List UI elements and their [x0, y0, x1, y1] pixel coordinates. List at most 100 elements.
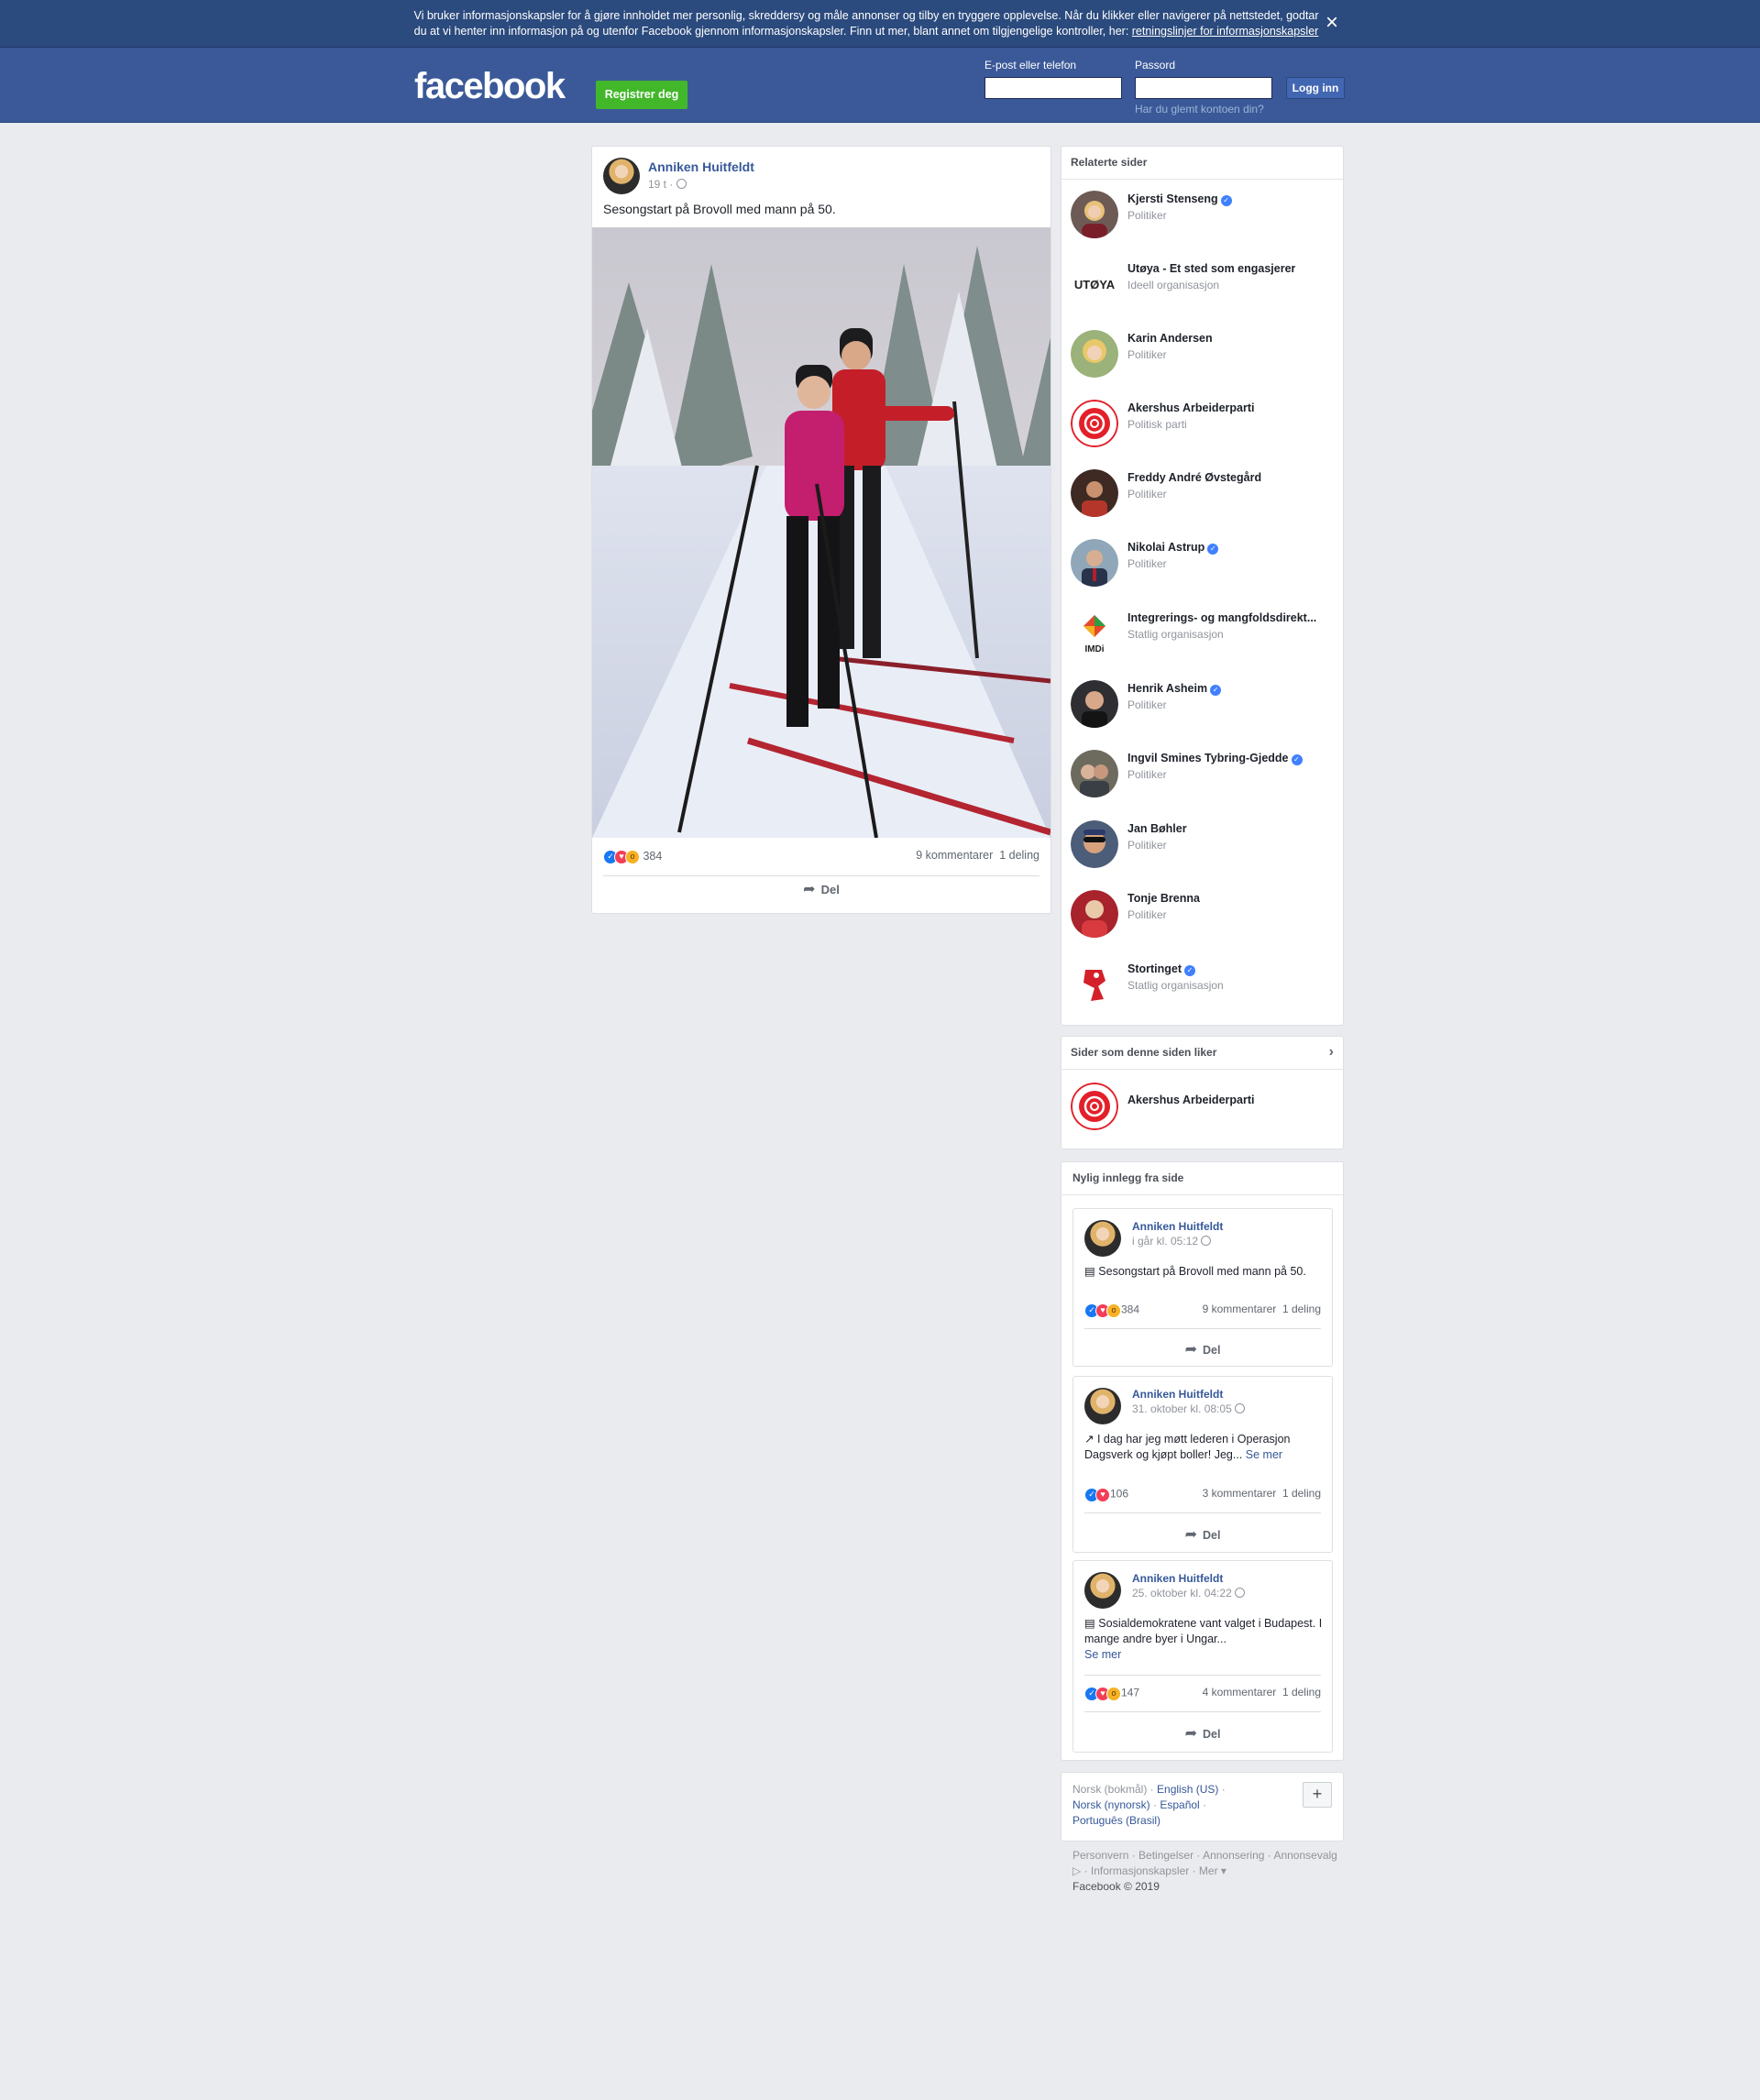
reaction-summary[interactable]: ✓ ♥ o 384	[603, 849, 662, 864]
post-counts[interactable]: 9 kommentarer 1 deling	[1203, 1303, 1321, 1315]
recent-post-1[interactable]: Anniken Huitfeldt i går kl. 05:12 ▤ Seso…	[1072, 1208, 1333, 1367]
liked-pages-title[interactable]: Sider som denne siden liker ›	[1062, 1037, 1343, 1070]
svg-text:UTØYA: UTØYA	[1074, 278, 1116, 291]
share-button[interactable]: ➦ Del	[592, 876, 1050, 904]
post-counts[interactable]: 9 kommentarer 1 deling	[916, 849, 1040, 862]
related-page-item[interactable]: Nikolai Astrup ✓ Politiker	[1071, 539, 1336, 592]
page-avatar[interactable]	[1071, 469, 1118, 517]
related-page-name[interactable]: Jan Bøhler	[1128, 822, 1187, 835]
forgot-account-link[interactable]: Har du glemt kontoen din?	[1135, 103, 1264, 115]
email-field[interactable]	[984, 77, 1122, 99]
related-page-item[interactable]: Tonje Brenna Politiker	[1071, 890, 1336, 943]
avatar[interactable]	[603, 158, 640, 194]
related-page-item[interactable]: Jan Bøhler Politiker	[1071, 820, 1336, 874]
related-page-name[interactable]: Akershus Arbeiderparti	[1128, 401, 1254, 414]
share-button[interactable]: ➦ Del	[1073, 1724, 1332, 1743]
post-author[interactable]: Anniken Huitfeldt	[648, 159, 754, 174]
related-page-category: Politiker	[1128, 348, 1167, 361]
related-page-name[interactable]: Freddy André Øvstegård	[1128, 471, 1261, 484]
cookie-banner: Vi bruker informasjonskapsler for å gjør…	[0, 0, 1760, 48]
language-spanish[interactable]: Español	[1160, 1798, 1199, 1811]
page-avatar[interactable]	[1071, 191, 1118, 238]
related-pages-title: Relaterte sider	[1062, 147, 1343, 180]
avatar[interactable]	[1084, 1388, 1121, 1424]
ski-photo-illustration	[592, 227, 1050, 838]
related-page-item[interactable]: Stortinget ✓ Statlig organisasjon	[1071, 961, 1336, 1014]
recent-post-time[interactable]: i går kl. 05:12	[1132, 1235, 1212, 1248]
page-avatar[interactable]	[1071, 890, 1118, 938]
close-icon[interactable]: ×	[1322, 12, 1342, 34]
recent-posts-card: Nylig innlegg fra side Anniken Huitfeldt…	[1061, 1161, 1344, 1761]
reaction-summary[interactable]: ✓ ♥ 106	[1084, 1487, 1128, 1502]
related-page-item[interactable]: IMDi Integrerings- og mangfoldsdirekt... S…	[1071, 610, 1336, 663]
related-page-category: Politiker	[1128, 839, 1167, 852]
related-page-item[interactable]: Karin Andersen Politiker	[1071, 330, 1336, 383]
svg-text:IMDi: IMDi	[1084, 644, 1104, 654]
cookie-policy-link[interactable]: retningslinjer for informasjonskapsler	[1132, 25, 1319, 38]
liked-page-item[interactable]: Akershus Arbeiderparti	[1071, 1083, 1336, 1136]
reaction-summary[interactable]: ✓ ♥ o 147	[1084, 1686, 1139, 1701]
related-page-name[interactable]: Karin Andersen	[1128, 332, 1213, 345]
related-page-name[interactable]: Tonje Brenna	[1128, 892, 1200, 905]
wow-icon: o	[625, 850, 640, 864]
recent-post-2[interactable]: Anniken Huitfeldt 31. oktober kl. 08:05 …	[1072, 1376, 1333, 1553]
globe-icon	[676, 179, 687, 189]
password-field[interactable]	[1135, 77, 1272, 99]
post-counts[interactable]: 3 kommentarer 1 deling	[1203, 1487, 1321, 1500]
related-page-name[interactable]: Kjersti Stenseng ✓	[1128, 192, 1232, 206]
chevron-right-icon[interactable]: ›	[1329, 1037, 1334, 1068]
login-button[interactable]: Logg inn	[1286, 77, 1345, 99]
language-english[interactable]: English (US)	[1157, 1783, 1218, 1796]
recent-post-3[interactable]: Anniken Huitfeldt 25. oktober kl. 04:22 …	[1072, 1560, 1333, 1753]
related-page-item[interactable]: Kjersti Stenseng ✓ Politiker	[1071, 191, 1336, 244]
related-page-item[interactable]: Henrik Asheim ✓ Politiker	[1071, 680, 1336, 733]
facebook-logo[interactable]: facebook	[414, 66, 566, 107]
verified-badge-icon: ✓	[1291, 754, 1303, 765]
post-counts[interactable]: 4 kommentarer 1 deling	[1203, 1686, 1321, 1699]
related-page-item[interactable]: Akershus Arbeiderparti Politisk parti	[1071, 400, 1336, 453]
verified-badge-icon: ✓	[1210, 685, 1222, 696]
page-avatar[interactable]	[1071, 680, 1118, 728]
see-more-link[interactable]: Se mer	[1084, 1648, 1121, 1661]
related-page-name[interactable]: Henrik Asheim ✓	[1128, 682, 1222, 696]
see-more-link[interactable]: Se mer	[1246, 1448, 1282, 1461]
page-avatar[interactable]	[1071, 400, 1118, 447]
divider	[1084, 1675, 1321, 1676]
related-page-name[interactable]: Integrerings- og mangfoldsdirekt...	[1128, 611, 1316, 624]
recent-post-author[interactable]: Anniken Huitfeldt	[1132, 1220, 1223, 1233]
related-page-name[interactable]: Nikolai Astrup ✓	[1128, 541, 1219, 555]
page-avatar[interactable]: UTØYA	[1071, 260, 1118, 308]
recent-post-text: ▤ Sosialdemokratene vant valget i Budape…	[1084, 1617, 1323, 1661]
related-page-item[interactable]: Ingvil Smines Tybring-Gjedde ✓ Politiker	[1071, 750, 1336, 803]
related-page-name[interactable]: Utøya - Et sted som engasjerer	[1128, 262, 1295, 275]
share-button[interactable]: ➦ Del	[1073, 1340, 1332, 1358]
post-timestamp[interactable]: 19 t ·	[648, 178, 687, 191]
related-page-category: Politisk parti	[1128, 418, 1187, 431]
liked-pages-card: Sider som denne siden liker › Akershus Ar…	[1061, 1036, 1344, 1149]
recent-post-author[interactable]: Anniken Huitfeldt	[1132, 1388, 1223, 1401]
related-page-item[interactable]: Freddy André Øvstegård Politiker	[1071, 469, 1336, 522]
recent-post-time[interactable]: 31. oktober kl. 08:05	[1132, 1402, 1246, 1415]
footer-links[interactable]: Personvern · Betingelser · Annonsering ·…	[1072, 1848, 1338, 1879]
page-avatar[interactable]	[1071, 539, 1118, 587]
page-avatar[interactable]	[1071, 820, 1118, 868]
reaction-summary[interactable]: ✓ ♥ o 384	[1084, 1303, 1139, 1318]
more-languages-button[interactable]: +	[1303, 1782, 1332, 1808]
register-button[interactable]: Registrer deg	[596, 81, 688, 109]
page-avatar[interactable]	[1071, 750, 1118, 797]
recent-post-author[interactable]: Anniken Huitfeldt	[1132, 1572, 1223, 1585]
page-avatar[interactable]: IMDi	[1071, 610, 1118, 657]
recent-post-time[interactable]: 25. oktober kl. 04:22	[1132, 1587, 1246, 1600]
liked-page-name[interactable]: Akershus Arbeiderparti	[1128, 1094, 1254, 1106]
avatar[interactable]	[1084, 1220, 1121, 1257]
page-avatar[interactable]	[1071, 330, 1118, 378]
share-button[interactable]: ➦ Del	[1073, 1525, 1332, 1544]
language-nynorsk[interactable]: Norsk (nynorsk)	[1072, 1798, 1150, 1811]
language-portuguese[interactable]: Português (Brasil)	[1072, 1814, 1160, 1827]
related-page-name[interactable]: Ingvil Smines Tybring-Gjedde ✓	[1128, 752, 1303, 765]
related-page-name[interactable]: Stortinget ✓	[1128, 962, 1196, 976]
post-photo[interactable]	[592, 227, 1050, 838]
page-avatar[interactable]	[1071, 961, 1118, 1008]
avatar[interactable]	[1084, 1572, 1121, 1609]
related-page-item[interactable]: UTØYA Utøya - Et sted som engasjerer Ideel…	[1071, 260, 1336, 313]
